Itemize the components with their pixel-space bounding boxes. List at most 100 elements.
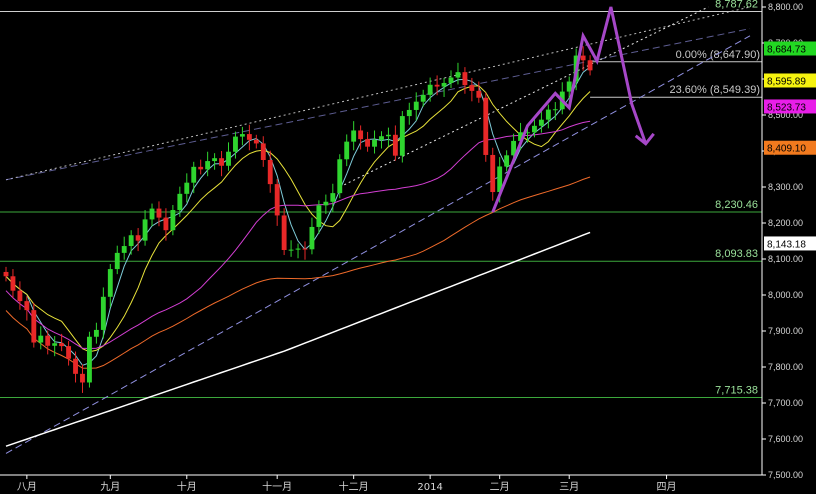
candle-body bbox=[309, 226, 315, 250]
y-tick-label: 7,500.00 bbox=[768, 470, 803, 480]
candle-body bbox=[246, 134, 252, 140]
candle-body bbox=[587, 60, 593, 71]
candle-body bbox=[80, 373, 85, 383]
candle-body bbox=[93, 329, 99, 337]
x-tick-label: 十一月 bbox=[262, 480, 292, 493]
candle-body bbox=[455, 72, 461, 78]
candle-body bbox=[351, 130, 357, 142]
candle-body bbox=[274, 184, 280, 216]
level-label: 7,715.38 bbox=[715, 384, 758, 396]
candle-body bbox=[24, 301, 30, 311]
candle-body bbox=[260, 143, 266, 160]
candle-body bbox=[566, 81, 572, 92]
candle-body bbox=[580, 55, 586, 61]
candle-body bbox=[191, 166, 197, 183]
candle-body bbox=[469, 85, 475, 91]
candle-body bbox=[149, 208, 155, 220]
candle-body bbox=[128, 235, 134, 247]
candle-body bbox=[295, 248, 301, 250]
candle-body bbox=[427, 84, 433, 95]
candle-body bbox=[163, 217, 169, 231]
candle-body bbox=[288, 249, 294, 251]
y-tick-label: 7,800.00 bbox=[768, 362, 803, 372]
price-chart: 8,787.62 8,230.46 8,093.83 7,715.38 0.00% (8… bbox=[0, 0, 816, 494]
fib-label: 23.60% (8,549.39) bbox=[669, 84, 760, 96]
fib-label: 0.00% (8,647.90) bbox=[676, 49, 760, 61]
candle-body bbox=[45, 335, 51, 346]
y-tick-label: 8,000.00 bbox=[768, 290, 803, 300]
candle-body bbox=[253, 139, 259, 144]
y-tick-label: 8,800.00 bbox=[768, 2, 803, 12]
candle-body bbox=[399, 116, 405, 156]
candle-body bbox=[107, 269, 113, 297]
candle-body bbox=[219, 158, 224, 166]
candle-body bbox=[239, 134, 245, 137]
price-tag-label: 8,684.73 bbox=[767, 44, 806, 55]
candle-body bbox=[100, 296, 106, 330]
candle-body bbox=[198, 166, 204, 170]
candle-body bbox=[38, 335, 44, 343]
y-tick-label: 8,100.00 bbox=[768, 254, 803, 264]
candle-body bbox=[413, 101, 419, 110]
y-tick-label: 8,300.00 bbox=[768, 182, 803, 192]
x-tick-label: 十月 bbox=[177, 480, 197, 493]
y-tick-label: 7,700.00 bbox=[768, 398, 803, 408]
candle-body bbox=[532, 125, 537, 133]
candle-body bbox=[52, 343, 58, 346]
candle-body bbox=[10, 276, 16, 291]
candle-body bbox=[267, 160, 273, 185]
x-tick-label: 八月 bbox=[17, 481, 37, 493]
level-label: 8,093.83 bbox=[715, 248, 758, 260]
x-tick-label: 十二月 bbox=[339, 480, 369, 493]
candle-body bbox=[205, 161, 211, 170]
y-tick-label: 7,600.00 bbox=[768, 434, 803, 444]
price-tag-label: 8,523.73 bbox=[767, 102, 806, 113]
candle-body bbox=[121, 246, 127, 253]
candle-body bbox=[365, 139, 371, 147]
candle-body bbox=[212, 158, 218, 162]
candle-body bbox=[87, 336, 92, 383]
candle-body bbox=[233, 136, 238, 152]
candle-body bbox=[420, 94, 426, 102]
candle-body bbox=[344, 141, 350, 160]
x-tick-label: 2014 bbox=[417, 482, 442, 493]
candle-body bbox=[142, 219, 148, 241]
candle-body bbox=[483, 97, 489, 155]
candle-body bbox=[372, 139, 377, 147]
candle-body bbox=[281, 215, 287, 250]
price-tag-label: 8,143.18 bbox=[767, 239, 806, 250]
level-label: 8,230.46 bbox=[715, 199, 758, 211]
x-tick-label: 三月 bbox=[559, 481, 579, 493]
candle-body bbox=[177, 193, 183, 211]
candle-body bbox=[323, 201, 329, 206]
y-tick-label: 7,900.00 bbox=[768, 326, 803, 336]
candle-body bbox=[114, 252, 120, 270]
price-tag-label: 8,595.89 bbox=[767, 76, 806, 87]
candle-body bbox=[476, 90, 482, 98]
candle-body bbox=[330, 193, 336, 202]
candle-body bbox=[504, 155, 510, 167]
candle-body bbox=[358, 130, 364, 140]
candle-body bbox=[59, 343, 65, 347]
x-tick-label: 四月 bbox=[657, 481, 677, 493]
x-tick-label: 二月 bbox=[490, 481, 510, 493]
candle-body bbox=[545, 109, 551, 120]
candle-body bbox=[31, 310, 37, 343]
candle-body bbox=[434, 84, 440, 87]
candle-body bbox=[490, 154, 496, 193]
candle-body bbox=[135, 235, 141, 241]
candle-body bbox=[316, 205, 322, 227]
x-tick-label: 九月 bbox=[100, 481, 120, 493]
y-tick-label: 8,200.00 bbox=[768, 218, 803, 228]
candle-body bbox=[538, 119, 544, 126]
candle-body bbox=[73, 358, 78, 374]
candle-body bbox=[379, 136, 384, 140]
candle-body bbox=[156, 208, 162, 218]
candle-body bbox=[170, 210, 176, 231]
candle-body bbox=[302, 248, 308, 250]
candle-body bbox=[392, 134, 398, 156]
candle-body bbox=[406, 109, 412, 117]
candle-body bbox=[552, 109, 558, 111]
candle-body bbox=[448, 77, 454, 83]
candle-body bbox=[184, 182, 190, 194]
